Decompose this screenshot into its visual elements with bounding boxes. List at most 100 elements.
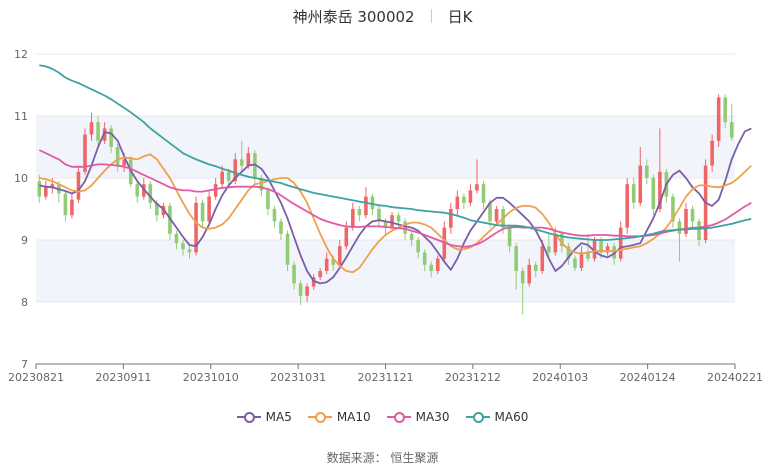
candle-body (148, 184, 153, 203)
candle-body (285, 233, 290, 265)
candle-body (390, 215, 394, 228)
candle-body (239, 159, 244, 166)
legend-circle-icon (243, 412, 255, 423)
candle-body (697, 221, 701, 240)
candle-body (645, 165, 649, 178)
y-tick-label: 7 (21, 358, 28, 371)
candle-body (318, 271, 322, 278)
grid-band (36, 240, 735, 302)
candle-body (70, 199, 74, 216)
candle-body (625, 184, 630, 228)
candle-body (305, 286, 309, 296)
candle-body (89, 122, 94, 135)
candle-body (324, 258, 329, 271)
legend-item-ma60[interactable]: MA60 (465, 410, 529, 424)
legend-item-ma10[interactable]: MA10 (307, 410, 371, 424)
x-tick-label: 20231010 (183, 371, 239, 384)
legend-item-ma30[interactable]: MA30 (386, 410, 450, 424)
y-tick-label: 10 (14, 172, 28, 185)
candle-body (396, 215, 401, 222)
legend-label: MA60 (494, 410, 529, 424)
candle-body (690, 209, 695, 222)
x-tick-label: 20231031 (270, 371, 326, 384)
x-tick-label: 20231121 (358, 371, 414, 384)
legend-swatch (386, 412, 411, 423)
candle-body (181, 243, 185, 250)
candle-body (187, 249, 192, 253)
candle-body (573, 258, 577, 268)
legend-swatch (307, 412, 332, 423)
candle-body (351, 209, 355, 228)
y-tick-label: 9 (21, 234, 28, 247)
candle-body (710, 140, 714, 166)
candle-body (298, 283, 303, 296)
candle-body (540, 246, 545, 271)
x-axis: 20230821 20230911 20231010 20231031 20231121… (8, 363, 763, 384)
y-axis-ticks: 7 8 9 10 11 12 (14, 48, 28, 371)
candle-body (631, 184, 636, 203)
legend-circle-icon (314, 412, 326, 423)
chart-bands (36, 116, 735, 302)
legend-label: MA30 (415, 410, 450, 424)
candle-body (533, 264, 538, 271)
candlestick-chart: 7 8 9 10 11 12 20230821 20230911 20231010 202310… (8, 48, 763, 384)
candle-body (449, 209, 453, 228)
candle-body (435, 258, 440, 271)
x-tick-label: 20231212 (445, 371, 501, 384)
candle-body (716, 97, 721, 141)
candle-body (507, 227, 512, 247)
y-tick-label: 11 (14, 110, 28, 123)
candle-body (618, 227, 623, 259)
legend-item-ma5[interactable]: MA5 (236, 410, 292, 424)
candle-body (638, 165, 643, 203)
candle-body (729, 122, 734, 138)
candle-body (200, 202, 205, 222)
legend-swatch (236, 412, 261, 423)
candle-body (481, 184, 486, 203)
x-tick-label: 20230821 (8, 371, 64, 384)
y-tick-label: 12 (14, 48, 28, 61)
candle-body (723, 97, 727, 123)
candle-body (135, 184, 140, 197)
candle-body (416, 240, 420, 253)
candle-body (514, 246, 518, 271)
candle-body (357, 209, 362, 216)
candle-body (677, 221, 682, 234)
candle-body (226, 171, 231, 182)
x-tick-label: 20240103 (532, 371, 588, 384)
candle-body (96, 122, 100, 141)
candle-body (213, 184, 218, 197)
candle-body (44, 187, 48, 197)
candle-body (63, 193, 68, 216)
legend: MA5 MA10 MA30 MA60 (0, 410, 765, 424)
candle-body (547, 246, 551, 253)
candle-body (344, 227, 349, 247)
candle-body (246, 153, 251, 166)
candle-body (364, 196, 368, 216)
candle-body (109, 128, 113, 147)
candle-body (115, 147, 120, 166)
candle-body (579, 252, 584, 268)
candle-body (37, 181, 42, 197)
legend-circle-icon (472, 412, 484, 423)
data-source-note: 数据来源： 恒生聚源 (326, 451, 439, 465)
candle-body (337, 246, 342, 265)
legend-label: MA10 (336, 410, 371, 424)
candle-body (279, 221, 283, 234)
legend-swatch (465, 412, 490, 423)
candle-body (429, 264, 434, 271)
legend-label: MA5 (265, 410, 292, 424)
candle-body (220, 171, 224, 185)
candle-body (475, 184, 479, 191)
chart-grid (36, 53, 735, 365)
candle-body (462, 196, 466, 203)
x-tick-label: 20230911 (95, 371, 151, 384)
candle-body (292, 264, 296, 284)
candle-body (527, 264, 532, 284)
candle-body (520, 271, 525, 284)
x-tick-label: 20240221 (707, 371, 763, 384)
grid-band (36, 116, 735, 178)
candle-body (494, 209, 499, 222)
candle-body (174, 233, 179, 244)
candle-body (468, 190, 473, 203)
